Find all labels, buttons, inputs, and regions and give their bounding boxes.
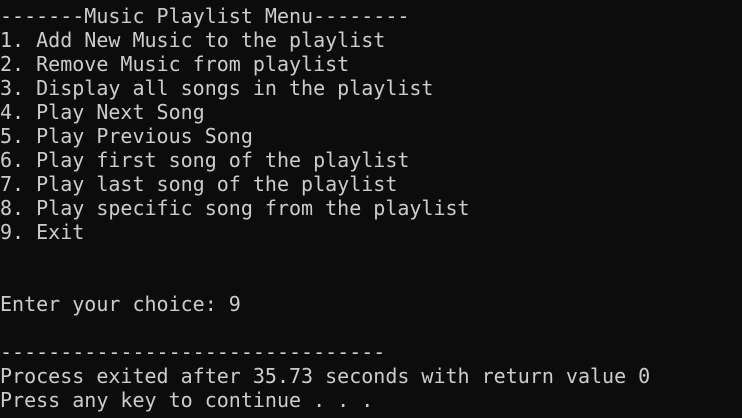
menu-item-specific: 8. Play specific song from the playlist xyxy=(0,196,470,220)
menu-item-remove: 2. Remove Music from playlist xyxy=(0,52,350,76)
menu-item-last: 7. Play last song of the playlist xyxy=(0,172,398,196)
menu-item-first: 6. Play first song of the playlist xyxy=(0,148,410,172)
choice-prompt: Enter your choice: 9 xyxy=(0,292,241,316)
console-window[interactable]: -------Music Playlist Menu-------- 1. Ad… xyxy=(0,0,742,418)
separator-line: -------------------------------- xyxy=(0,340,386,364)
menu-item-display: 3. Display all songs in the playlist xyxy=(0,76,434,100)
menu-item-next: 4. Play Next Song xyxy=(0,100,205,124)
menu-item-add: 1. Add New Music to the playlist xyxy=(0,28,386,52)
menu-item-exit: 9. Exit xyxy=(0,220,85,244)
exit-message: Process exited after 35.73 seconds with … xyxy=(0,364,651,388)
menu-header: -------Music Playlist Menu-------- xyxy=(0,4,410,28)
menu-item-previous: 5. Play Previous Song xyxy=(0,124,253,148)
continue-message: Press any key to continue . . . xyxy=(0,388,374,412)
